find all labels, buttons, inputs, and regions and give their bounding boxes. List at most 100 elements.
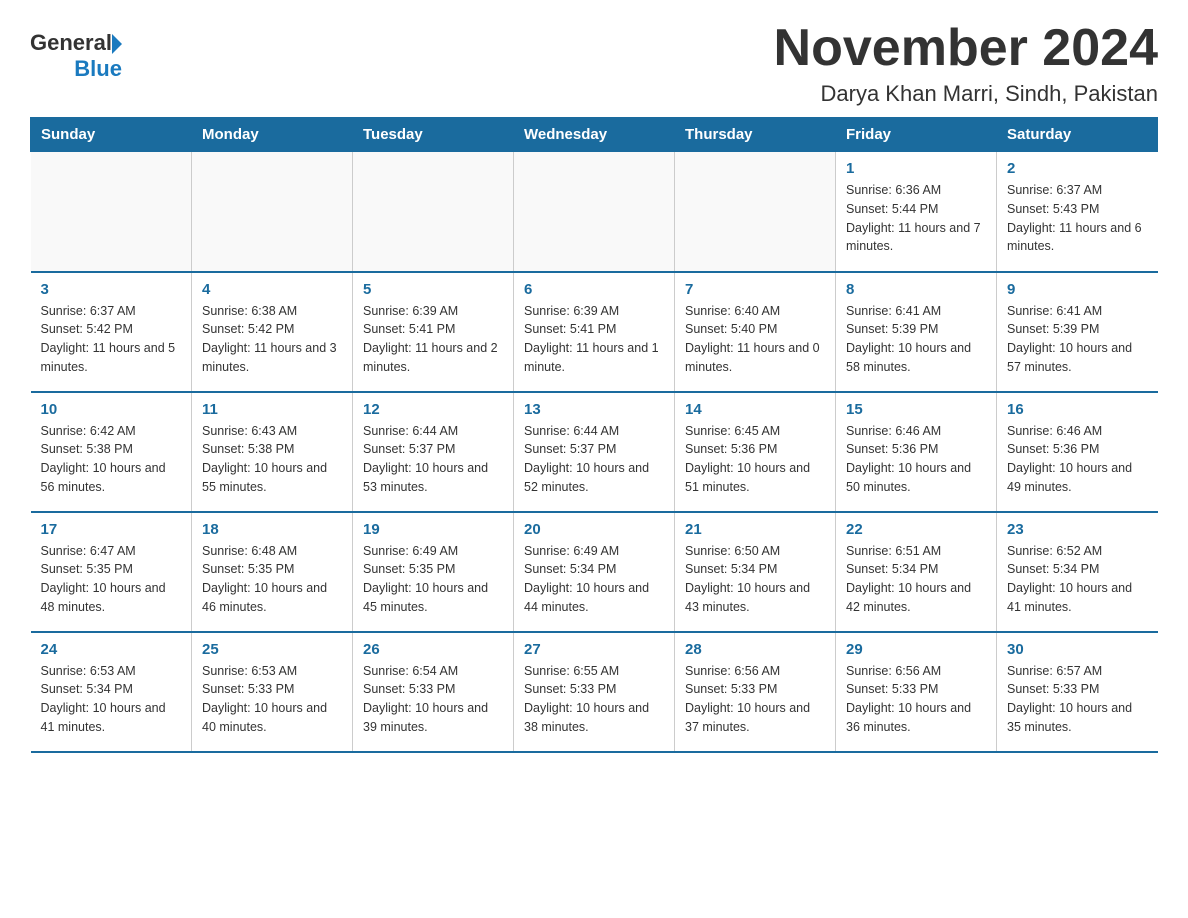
- calendar-cell: 10Sunrise: 6:42 AM Sunset: 5:38 PM Dayli…: [31, 392, 192, 512]
- day-number: 14: [685, 401, 825, 418]
- calendar-cell: 7 Sunrise: 6:40 AM Sunset: 5:40 PM Daylig…: [675, 272, 836, 392]
- day-info: Sunrise: 6:41 AM Sunset: 5:39 PM Dayligh…: [1007, 302, 1148, 377]
- day-info: Sunrise: 6:39 AM Sunset: 5:41 PM Dayligh…: [524, 302, 664, 377]
- calendar-cell: 23 Sunrise: 6:52 AM Sunset: 5:34 PM Dayli…: [997, 512, 1158, 632]
- day-number: 11: [202, 401, 342, 418]
- day-number: 25: [202, 641, 342, 658]
- calendar-cell: 29 Sunrise: 6:56 AM Sunset: 5:33 PM Dayli…: [836, 632, 997, 752]
- day-header-thursday: Thursday: [675, 118, 836, 152]
- calendar-table: SundayMondayTuesdayWednesdayThursdayFrid…: [30, 117, 1158, 753]
- day-number: 2: [1007, 160, 1148, 177]
- calendar-cell: 8 Sunrise: 6:41 AM Sunset: 5:39 PM Daylig…: [836, 272, 997, 392]
- location-title: Darya Khan Marri, Sindh, Pakistan: [774, 81, 1158, 107]
- week-row-4: 24Sunrise: 6:53 AM Sunset: 5:34 PM Dayli…: [31, 632, 1158, 752]
- calendar-cell: 16Sunrise: 6:46 AM Sunset: 5:36 PM Dayli…: [997, 392, 1158, 512]
- calendar-cell: [514, 152, 675, 272]
- day-number: 19: [363, 521, 503, 538]
- page-header: General Blue November 2024 Darya Khan Ma…: [30, 20, 1158, 107]
- day-number: 1: [846, 160, 986, 177]
- calendar-body: 1 Sunrise: 6:36 AM Sunset: 5:44 PM Daylig…: [31, 152, 1158, 752]
- calendar-cell: 15Sunrise: 6:46 AM Sunset: 5:36 PM Dayli…: [836, 392, 997, 512]
- day-info: Sunrise: 6:56 AM Sunset: 5:33 PM Dayligh…: [846, 662, 986, 737]
- calendar-cell: 14 Sunrise: 6:45 AM Sunset: 5:36 PM Dayli…: [675, 392, 836, 512]
- week-row-2: 10Sunrise: 6:42 AM Sunset: 5:38 PM Dayli…: [31, 392, 1158, 512]
- calendar-cell: 25 Sunrise: 6:53 AM Sunset: 5:33 PM Dayli…: [192, 632, 353, 752]
- calendar-cell: [192, 152, 353, 272]
- month-title: November 2024: [774, 20, 1158, 77]
- calendar-cell: [675, 152, 836, 272]
- day-info: Sunrise: 6:36 AM Sunset: 5:44 PM Dayligh…: [846, 181, 986, 256]
- week-row-3: 17 Sunrise: 6:47 AM Sunset: 5:35 PM Dayli…: [31, 512, 1158, 632]
- day-header-monday: Monday: [192, 118, 353, 152]
- day-header-saturday: Saturday: [997, 118, 1158, 152]
- day-info: Sunrise: 6:52 AM Sunset: 5:34 PM Dayligh…: [1007, 542, 1148, 617]
- day-number: 6: [524, 281, 664, 298]
- day-info: Sunrise: 6:44 AM Sunset: 5:37 PM Dayligh…: [363, 422, 503, 497]
- day-number: 12: [363, 401, 503, 418]
- calendar-cell: 6 Sunrise: 6:39 AM Sunset: 5:41 PM Daylig…: [514, 272, 675, 392]
- day-info: Sunrise: 6:50 AM Sunset: 5:34 PM Dayligh…: [685, 542, 825, 617]
- day-number: 30: [1007, 641, 1148, 658]
- calendar-cell: 11 Sunrise: 6:43 AM Sunset: 5:38 PM Dayli…: [192, 392, 353, 512]
- day-info: Sunrise: 6:49 AM Sunset: 5:34 PM Dayligh…: [524, 542, 664, 617]
- logo-triangle-icon: [112, 34, 122, 54]
- day-info: Sunrise: 6:55 AM Sunset: 5:33 PM Dayligh…: [524, 662, 664, 737]
- day-number: 29: [846, 641, 986, 658]
- calendar-cell: [353, 152, 514, 272]
- day-number: 17: [41, 521, 182, 538]
- logo-blue-text: Blue: [74, 56, 122, 82]
- calendar-cell: 22 Sunrise: 6:51 AM Sunset: 5:34 PM Dayli…: [836, 512, 997, 632]
- week-row-1: 3 Sunrise: 6:37 AM Sunset: 5:42 PM Daylig…: [31, 272, 1158, 392]
- day-number: 18: [202, 521, 342, 538]
- day-number: 4: [202, 281, 342, 298]
- calendar-cell: 9 Sunrise: 6:41 AM Sunset: 5:39 PM Daylig…: [997, 272, 1158, 392]
- day-info: Sunrise: 6:53 AM Sunset: 5:33 PM Dayligh…: [202, 662, 342, 737]
- calendar-cell: 1 Sunrise: 6:36 AM Sunset: 5:44 PM Daylig…: [836, 152, 997, 272]
- day-info: Sunrise: 6:39 AM Sunset: 5:41 PM Dayligh…: [363, 302, 503, 377]
- day-number: 8: [846, 281, 986, 298]
- day-header-friday: Friday: [836, 118, 997, 152]
- day-info: Sunrise: 6:45 AM Sunset: 5:36 PM Dayligh…: [685, 422, 825, 497]
- calendar-cell: 12 Sunrise: 6:44 AM Sunset: 5:37 PM Dayli…: [353, 392, 514, 512]
- calendar-cell: 18Sunrise: 6:48 AM Sunset: 5:35 PM Dayli…: [192, 512, 353, 632]
- day-info: Sunrise: 6:47 AM Sunset: 5:35 PM Dayligh…: [41, 542, 182, 617]
- day-info: Sunrise: 6:37 AM Sunset: 5:43 PM Dayligh…: [1007, 181, 1148, 256]
- day-number: 24: [41, 641, 182, 658]
- day-number: 28: [685, 641, 825, 658]
- day-info: Sunrise: 6:49 AM Sunset: 5:35 PM Dayligh…: [363, 542, 503, 617]
- calendar-cell: 24Sunrise: 6:53 AM Sunset: 5:34 PM Dayli…: [31, 632, 192, 752]
- day-info: Sunrise: 6:43 AM Sunset: 5:38 PM Dayligh…: [202, 422, 342, 497]
- day-info: Sunrise: 6:40 AM Sunset: 5:40 PM Dayligh…: [685, 302, 825, 377]
- title-block: November 2024 Darya Khan Marri, Sindh, P…: [774, 20, 1158, 107]
- calendar-cell: 2 Sunrise: 6:37 AM Sunset: 5:43 PM Daylig…: [997, 152, 1158, 272]
- calendar-cell: 3 Sunrise: 6:37 AM Sunset: 5:42 PM Daylig…: [31, 272, 192, 392]
- calendar-header: SundayMondayTuesdayWednesdayThursdayFrid…: [31, 118, 1158, 152]
- day-number: 22: [846, 521, 986, 538]
- day-header-tuesday: Tuesday: [353, 118, 514, 152]
- day-info: Sunrise: 6:56 AM Sunset: 5:33 PM Dayligh…: [685, 662, 825, 737]
- day-number: 7: [685, 281, 825, 298]
- calendar-cell: [31, 152, 192, 272]
- day-number: 9: [1007, 281, 1148, 298]
- day-headers-row: SundayMondayTuesdayWednesdayThursdayFrid…: [31, 118, 1158, 152]
- day-number: 16: [1007, 401, 1148, 418]
- calendar-cell: 27Sunrise: 6:55 AM Sunset: 5:33 PM Dayli…: [514, 632, 675, 752]
- calendar-cell: 19 Sunrise: 6:49 AM Sunset: 5:35 PM Dayli…: [353, 512, 514, 632]
- day-info: Sunrise: 6:46 AM Sunset: 5:36 PM Dayligh…: [846, 422, 986, 497]
- day-number: 23: [1007, 521, 1148, 538]
- day-number: 3: [41, 281, 182, 298]
- day-number: 26: [363, 641, 503, 658]
- day-number: 20: [524, 521, 664, 538]
- calendar-cell: 4Sunrise: 6:38 AM Sunset: 5:42 PM Daylig…: [192, 272, 353, 392]
- day-info: Sunrise: 6:37 AM Sunset: 5:42 PM Dayligh…: [41, 302, 182, 377]
- calendar-cell: 13Sunrise: 6:44 AM Sunset: 5:37 PM Dayli…: [514, 392, 675, 512]
- day-info: Sunrise: 6:51 AM Sunset: 5:34 PM Dayligh…: [846, 542, 986, 617]
- calendar-cell: 20 Sunrise: 6:49 AM Sunset: 5:34 PM Dayli…: [514, 512, 675, 632]
- day-info: Sunrise: 6:41 AM Sunset: 5:39 PM Dayligh…: [846, 302, 986, 377]
- day-info: Sunrise: 6:44 AM Sunset: 5:37 PM Dayligh…: [524, 422, 664, 497]
- logo: General Blue: [30, 30, 122, 82]
- day-number: 21: [685, 521, 825, 538]
- day-info: Sunrise: 6:54 AM Sunset: 5:33 PM Dayligh…: [363, 662, 503, 737]
- calendar-cell: 17 Sunrise: 6:47 AM Sunset: 5:35 PM Dayli…: [31, 512, 192, 632]
- calendar-cell: 28 Sunrise: 6:56 AM Sunset: 5:33 PM Dayli…: [675, 632, 836, 752]
